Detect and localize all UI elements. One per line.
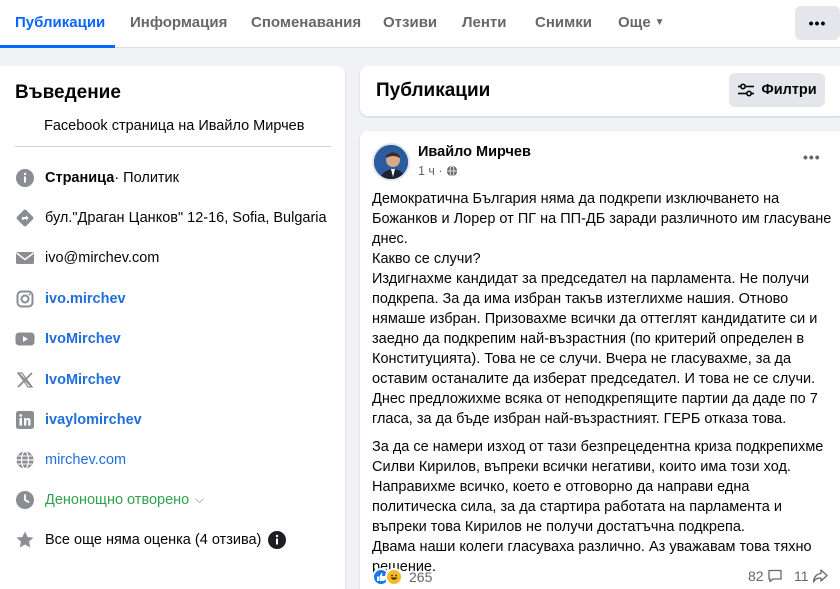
post-paragraph-2: За да се намери изход от тази безпрецеде…: [372, 439, 824, 575]
info-address: бул."Драган Цанков" 12-16, Sofia, Bulgar…: [15, 206, 327, 230]
filters-label: Филтри: [761, 82, 817, 98]
tab-information[interactable]: Информация: [130, 14, 227, 31]
intro-title: Въведение: [15, 82, 121, 103]
publications-header-card: Публикации Филтри: [360, 66, 840, 116]
caret-down-icon: ▼: [654, 17, 665, 28]
clock-icon: [15, 490, 35, 510]
globe-public-icon: [446, 165, 457, 177]
sliders-icon: [738, 83, 755, 97]
youtube-icon: [15, 329, 35, 349]
share-icon: [812, 569, 828, 583]
rating-info-icon[interactable]: [267, 530, 287, 550]
info-circle-icon: [15, 168, 35, 188]
category-label: Страница: [45, 170, 115, 186]
tab-more-label: Още: [618, 14, 651, 31]
star-icon: [15, 530, 35, 550]
post-meta: 1 ч ·: [418, 164, 458, 178]
haha-reaction-icon: [385, 568, 403, 586]
post-footer: 265 82 11: [372, 568, 832, 588]
tab-mentions[interactable]: Споменавания: [251, 14, 361, 31]
comments-summary[interactable]: 82: [748, 568, 783, 584]
post-card: Ивайло Мирчев 1 ч · ••• Демократична Бъл…: [360, 131, 840, 589]
divider: [15, 146, 331, 147]
linkedin-link[interactable]: ivaylomirchev: [45, 412, 142, 428]
email-text[interactable]: ivo@mirchev.com: [45, 250, 159, 266]
post-paragraph-1: Демократична България няма да подкрепи и…: [372, 191, 832, 427]
publications-title: Публикации: [376, 80, 491, 101]
page-tabs-bar: Публикации Информация Споменавания Отзив…: [0, 0, 840, 48]
hours-text: Денонощно отворено: [45, 492, 190, 508]
tab-reels[interactable]: Ленти: [462, 14, 507, 31]
x-logo-icon: [15, 370, 35, 390]
youtube-link[interactable]: IvoMirchev: [45, 331, 121, 347]
intro-subtitle: Facebook страница на Ивайло Мирчев: [44, 118, 305, 134]
post-time[interactable]: 1 ч ·: [418, 164, 443, 178]
author-avatar[interactable]: [372, 143, 410, 181]
post-body: Демократична България няма да подкрепи и…: [372, 189, 832, 585]
shares-count: 11: [794, 568, 809, 584]
post-options-button[interactable]: •••: [803, 149, 821, 165]
info-linkedin: ivaylomirchev: [15, 408, 142, 432]
instagram-icon: [15, 289, 35, 309]
category-value: · Политик: [114, 170, 179, 186]
info-category: Страница · Политик: [15, 166, 179, 190]
shares-summary[interactable]: 11: [794, 568, 828, 584]
tab-photos[interactable]: Снимки: [535, 14, 592, 31]
info-rating: Все още няма оценка (4 отзива): [15, 528, 287, 552]
linkedin-icon: [15, 410, 35, 430]
info-x: IvoMirchev: [15, 368, 121, 392]
info-hours[interactable]: Денонощно отворено ⌵: [15, 488, 204, 512]
filters-button[interactable]: Филтри: [729, 73, 825, 107]
info-email: ivo@mirchev.com: [15, 246, 159, 270]
x-link[interactable]: IvoMirchev: [45, 372, 121, 388]
intro-card: Въведение Facebook страница на Ивайло Ми…: [0, 66, 345, 589]
website-link[interactable]: mirchev.com: [45, 452, 126, 468]
comments-count: 82: [748, 568, 764, 584]
comment-icon: [767, 569, 782, 583]
more-options-button[interactable]: •••: [795, 6, 840, 40]
info-instagram: ivo.mirchev: [15, 287, 126, 311]
address-text: бул."Драган Цанков" 12-16, Sofia, Bulgar…: [45, 210, 327, 226]
tab-more[interactable]: Още ▼: [618, 14, 665, 31]
active-tab-indicator: [0, 45, 115, 48]
reactions-count: 265: [409, 569, 433, 585]
reactions-summary[interactable]: 265: [372, 568, 432, 586]
globe-icon: [15, 450, 35, 470]
instagram-link[interactable]: ivo.mirchev: [45, 291, 126, 307]
info-website: mirchev.com: [15, 448, 126, 472]
directions-icon: [15, 208, 35, 228]
envelope-icon: [15, 248, 35, 268]
rating-text: Все още няма оценка (4 отзива): [45, 532, 262, 548]
tab-reviews[interactable]: Отзиви: [383, 14, 437, 31]
chevron-down-icon: ⌵: [195, 493, 204, 506]
post-author[interactable]: Ивайло Мирчев: [418, 144, 531, 160]
info-youtube: IvoMirchev: [15, 327, 121, 351]
tab-publications[interactable]: Публикации: [15, 14, 105, 31]
